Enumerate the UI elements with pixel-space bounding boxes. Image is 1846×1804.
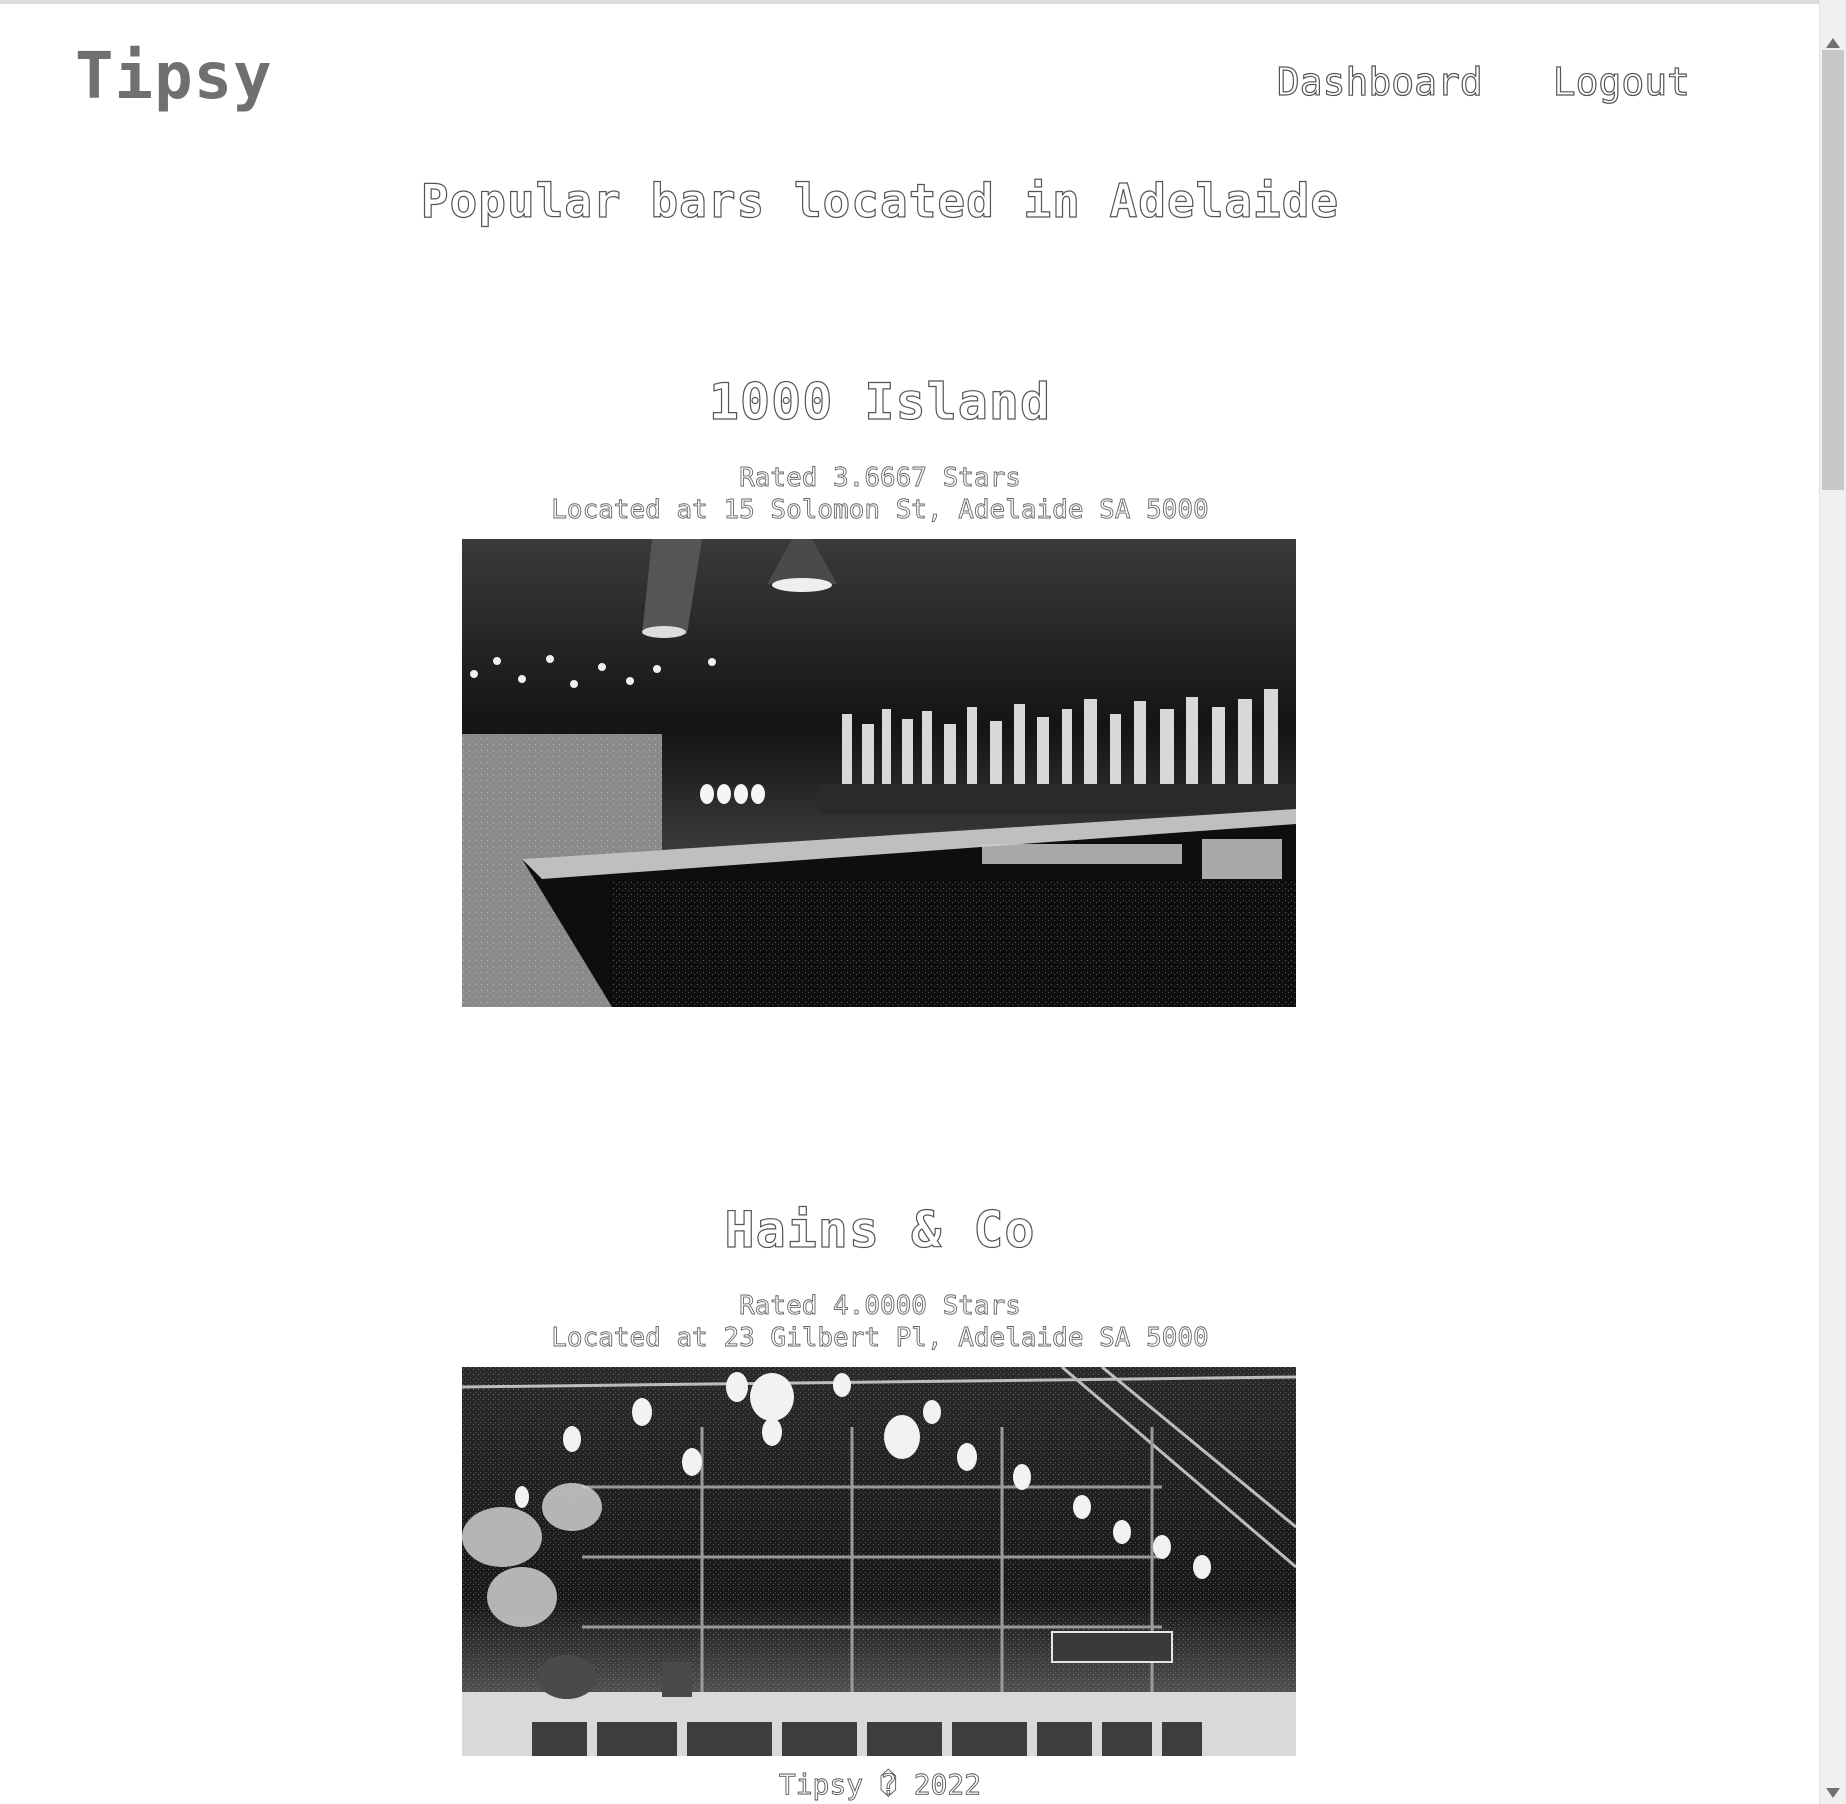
scroll-up-arrow-icon[interactable] — [1826, 38, 1840, 48]
bar-name[interactable]: Hains & Co — [0, 1200, 1760, 1260]
page: Tipsy Dashboard Logout Popular bars loca… — [0, 4, 1820, 1804]
page-headline: Popular bars located in Adelaide — [420, 173, 1340, 228]
bar-photo-image — [462, 539, 1296, 1007]
footer-text: Tipsy � 2022 — [778, 1768, 982, 1802]
scroll-down-arrow-icon[interactable] — [1826, 1788, 1840, 1798]
bar-rating: Rated 3.6667 Stars — [739, 463, 1022, 494]
vertical-scrollbar[interactable] — [1819, 0, 1846, 1804]
nav-logout-link[interactable]: Logout — [1552, 59, 1690, 104]
bar-photo[interactable] — [462, 1367, 1296, 1756]
bar-card: 1000 Island Rated 3.6667 Stars Located a… — [0, 372, 1760, 526]
bar-card: Hains & Co Rated 4.0000 Stars Located at… — [0, 1200, 1760, 1354]
bar-name[interactable]: 1000 Island — [0, 372, 1760, 432]
bar-address: Located at 23 Gilbert Pl, Adelaide SA 50… — [551, 1323, 1209, 1354]
bar-address: Located at 15 Solomon St, Adelaide SA 50… — [551, 495, 1209, 526]
bar-photo[interactable] — [462, 539, 1296, 1007]
brand-logo[interactable]: Tipsy — [75, 40, 273, 114]
bar-rating: Rated 4.0000 Stars — [739, 1291, 1022, 1322]
bar-photo-image — [462, 1367, 1296, 1756]
scroll-thumb[interactable] — [1822, 50, 1844, 490]
main-nav: Dashboard Logout — [1276, 59, 1690, 104]
nav-dashboard-link[interactable]: Dashboard — [1276, 59, 1483, 104]
